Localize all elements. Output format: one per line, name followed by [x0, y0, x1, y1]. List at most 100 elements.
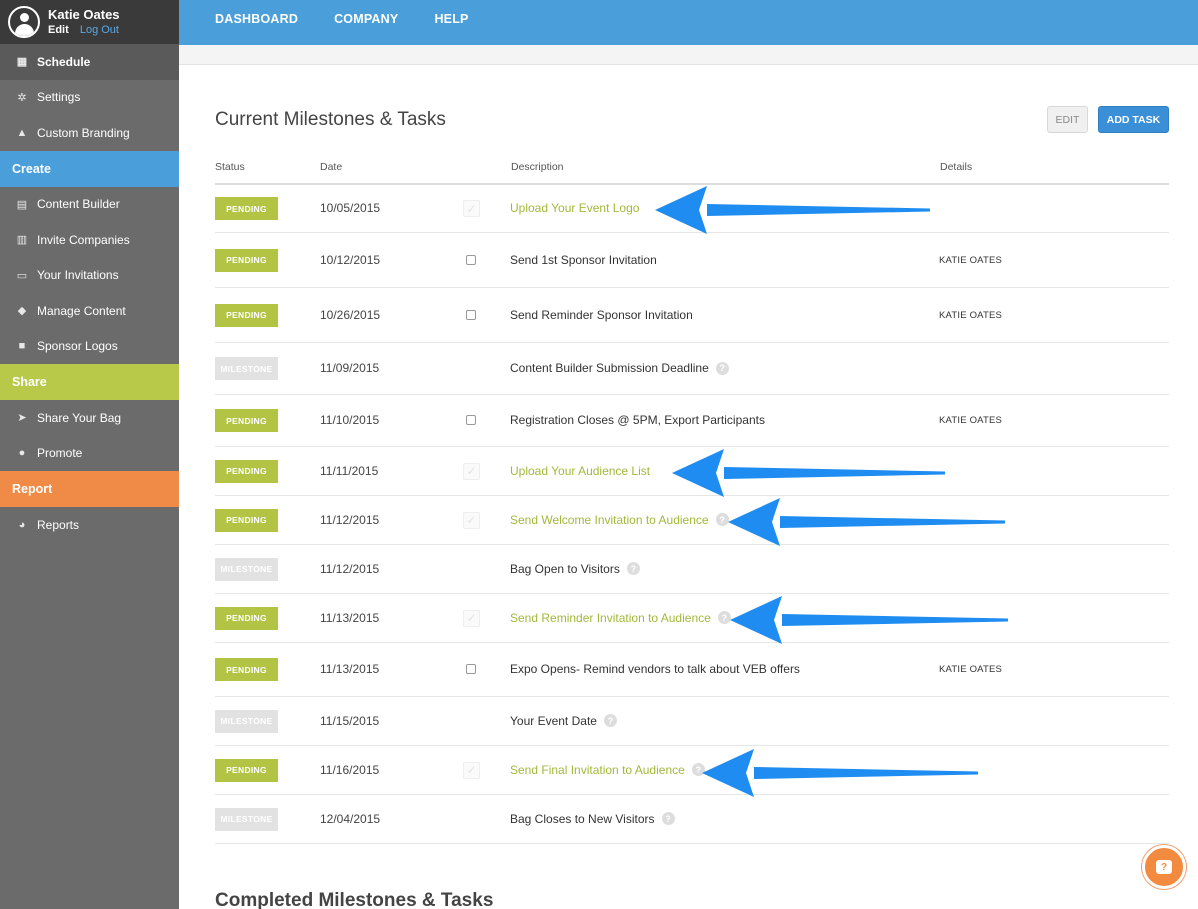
- avatar[interactable]: [8, 6, 40, 38]
- sidebar-item-sponsor-logos[interactable]: ■ Sponsor Logos: [0, 329, 179, 365]
- task-description-text: Send Reminder Invitation to Audience: [510, 610, 711, 625]
- row-date: 11/11/2015: [320, 463, 379, 478]
- task-checkbox[interactable]: [466, 664, 476, 674]
- help-chat-button[interactable]: ?: [1142, 845, 1186, 889]
- task-link[interactable]: Send Welcome Invitation to Audience?: [510, 513, 729, 527]
- task-description-text: Expo Opens- Remind vendors to talk about…: [510, 662, 800, 676]
- task-link[interactable]: Send Final Invitation to Audience?: [510, 763, 705, 777]
- column-date: Date: [320, 161, 343, 173]
- nav-help[interactable]: HELP: [434, 12, 468, 26]
- status-badge: MILESTONE: [215, 709, 278, 733]
- sidebar-item-content-builder[interactable]: ▤ Content Builder: [0, 187, 179, 223]
- status-badge: MILESTONE: [215, 557, 278, 581]
- sidebar-item-promote[interactable]: ● Promote: [0, 436, 179, 472]
- section-report[interactable]: Report: [0, 471, 179, 507]
- sidebar-item-label: Sponsor Logos: [37, 339, 118, 354]
- building-icon: ▥: [16, 234, 28, 247]
- sidebar: Katie Oates Edit Log Out ▦ Schedule ✲ Se…: [0, 0, 179, 909]
- task-checkbox[interactable]: [466, 254, 476, 265]
- nav-dashboard[interactable]: DASHBOARD: [215, 12, 298, 26]
- task-description-text: Upload Your Event Logo: [510, 201, 640, 215]
- task-description: Registration Closes @ 5PM, Export Partic…: [510, 413, 765, 427]
- tag-icon: ◆: [17, 305, 27, 318]
- sidebar-item-label: Manage Content: [37, 303, 126, 318]
- layout-icon: ▤: [16, 198, 28, 211]
- completed-checkbox[interactable]: ✓: [463, 511, 480, 529]
- status-badge: PENDING: [215, 508, 278, 532]
- section-share[interactable]: Share: [0, 364, 179, 400]
- status-badge: PENDING: [215, 248, 278, 272]
- task-description: Bag Open to Visitors?: [510, 562, 640, 576]
- briefcase-icon: ■: [18, 340, 26, 353]
- status-badge: PENDING: [215, 758, 278, 782]
- help-icon[interactable]: ?: [717, 611, 731, 624]
- status-badge: PENDING: [215, 606, 278, 630]
- task-description-text: Send Reminder Sponsor Invitation: [510, 307, 693, 322]
- row-details: KATIE OATES: [939, 415, 1003, 426]
- logout-link[interactable]: Log Out: [80, 24, 119, 36]
- table-row: PENDING 11/13/2015 Expo Opens- Remind vend…: [215, 643, 1169, 697]
- table-row: PENDING 11/11/2015 ✓ Upload Your Audience L…: [215, 447, 1169, 496]
- task-description-text: Send Welcome Invitation to Audience: [510, 512, 709, 527]
- user-name: Katie Oates: [48, 7, 120, 22]
- completed-checkbox[interactable]: ✓: [463, 200, 480, 217]
- help-icon[interactable]: ?: [626, 562, 640, 575]
- completed-checkbox[interactable]: ✓: [463, 761, 480, 779]
- table-row: PENDING 10/26/2015 Send Reminder Sponsor I…: [215, 288, 1169, 343]
- sidebar-item-invite-companies[interactable]: ▥ Invite Companies: [0, 222, 179, 258]
- status-badge: PENDING: [215, 197, 278, 220]
- sidebar-item-share-your-bag[interactable]: ➤ Share Your Bag: [0, 400, 179, 436]
- task-checkbox[interactable]: [466, 415, 476, 425]
- task-link[interactable]: Upload Your Event Logo: [510, 201, 639, 215]
- question-chat-icon: ?: [1156, 860, 1172, 874]
- row-date: 11/13/2015: [320, 662, 380, 676]
- table-header: Status Date Description Details: [215, 157, 1169, 185]
- user-links: Edit Log Out: [48, 23, 120, 37]
- help-icon[interactable]: ?: [691, 763, 705, 776]
- add-task-button[interactable]: ADD TASK: [1098, 106, 1169, 133]
- task-description-text: Send Final Invitation to Audience: [510, 762, 685, 777]
- status-badge: PENDING: [215, 459, 278, 483]
- sidebar-item-reports[interactable]: ◕ Reports: [0, 507, 179, 543]
- sidebar-item-manage-content[interactable]: ◆ Manage Content: [0, 293, 179, 329]
- task-description: Content Builder Submission Deadline?: [510, 361, 729, 375]
- edit-button[interactable]: EDIT: [1047, 106, 1088, 133]
- row-date: 11/12/2015: [320, 561, 380, 576]
- table-body: PENDING 10/05/2015 ✓ Upload Your Event Logo…: [215, 185, 1169, 844]
- help-icon[interactable]: ?: [661, 812, 675, 825]
- task-description: Send 1st Sponsor Invitation: [510, 253, 657, 267]
- sidebar-item-your-invitations[interactable]: ▭ Your Invitations: [0, 258, 179, 294]
- table-row: MILESTONE 11/09/2015 Content Builder Submi…: [215, 343, 1169, 395]
- sub-bar: [179, 45, 1198, 65]
- calendar-icon: ▦: [16, 56, 28, 69]
- task-link[interactable]: Upload Your Audience List: [510, 464, 650, 478]
- task-description: Bag Closes to New Visitors?: [510, 812, 675, 826]
- row-date: 11/10/2015: [320, 413, 380, 427]
- nav-company[interactable]: COMPANY: [334, 12, 398, 26]
- table-row: MILESTONE 11/15/2015 Your Event Date?: [215, 697, 1169, 746]
- sidebar-item-custom-branding[interactable]: ▲ Custom Branding: [0, 115, 179, 151]
- status-badge: MILESTONE: [215, 357, 278, 380]
- edit-profile-link[interactable]: Edit: [48, 24, 69, 36]
- task-checkbox[interactable]: [466, 309, 476, 320]
- table-row: PENDING 11/13/2015 ✓ Send Reminder Invitati…: [215, 594, 1169, 643]
- task-link[interactable]: Send Reminder Invitation to Audience?: [510, 611, 731, 625]
- sidebar-item-label: Promote: [37, 446, 83, 461]
- sidebar-item-label: Share Your Bag: [37, 410, 122, 425]
- tasks-table: Status Date Description Details PENDING 1…: [215, 157, 1169, 844]
- help-icon[interactable]: ?: [715, 361, 729, 375]
- task-description-text: Upload Your Audience List: [510, 463, 651, 478]
- sidebar-item-settings[interactable]: ✲ Settings: [0, 80, 179, 116]
- completed-checkbox[interactable]: ✓: [463, 609, 480, 627]
- row-date: 12/04/2015: [320, 811, 381, 826]
- section-create[interactable]: Create: [0, 150, 179, 187]
- completed-checkbox[interactable]: ✓: [463, 462, 480, 480]
- help-icon[interactable]: ?: [715, 513, 729, 526]
- row-date: 11/13/2015: [320, 610, 380, 625]
- table-row: PENDING 11/10/2015 Registration Closes @ 5…: [215, 395, 1169, 447]
- task-description: Expo Opens- Remind vendors to talk about…: [510, 662, 800, 676]
- sidebar-item-schedule[interactable]: ▦ Schedule: [0, 44, 179, 80]
- row-date: 10/26/2015: [320, 307, 381, 322]
- help-icon[interactable]: ?: [603, 714, 617, 727]
- sidebar-item-label: Invite Companies: [37, 232, 130, 247]
